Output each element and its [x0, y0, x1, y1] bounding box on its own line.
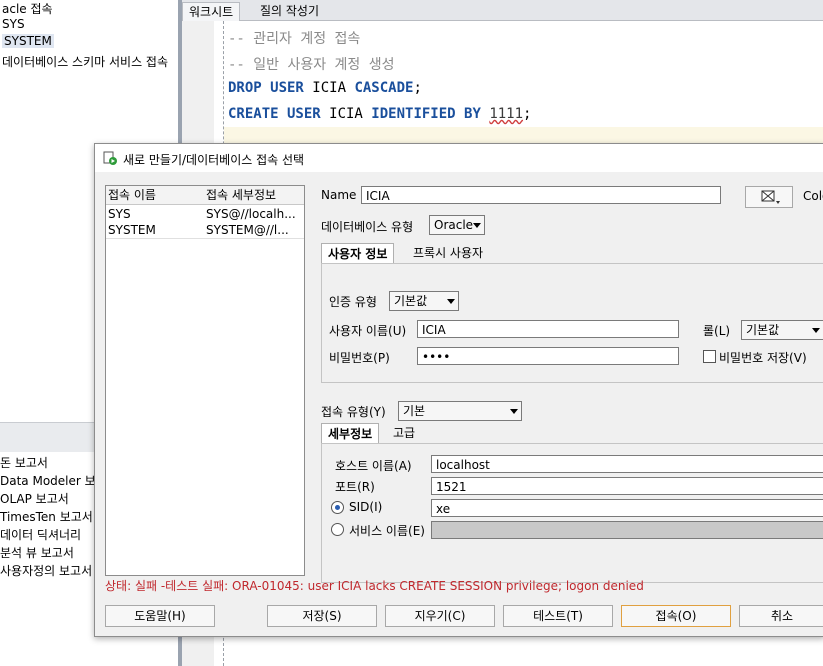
- role-select[interactable]: 기본값: [741, 320, 823, 340]
- sid-radio[interactable]: [331, 501, 344, 514]
- report-item[interactable]: OLAP 보고서: [0, 490, 69, 507]
- role-value: 기본값: [746, 323, 780, 337]
- db-type-label: 데이터베이스 유형: [321, 220, 414, 234]
- username-input[interactable]: ICIA: [417, 320, 679, 338]
- conn-type-label: 접속 유형(Y): [321, 405, 386, 419]
- tree-item-sys[interactable]: SYS: [2, 17, 25, 31]
- dialog-titlebar[interactable]: 새로 만들기/데이터베이스 접속 선택: [95, 144, 823, 172]
- report-item[interactable]: 돈 보고서: [0, 454, 48, 471]
- connection-settings-panel: Name ICIA Colo 데이터베이스 유형 Oracle 사용자 정보 프…: [311, 181, 823, 583]
- report-item[interactable]: 분석 뷰 보고서: [0, 544, 74, 561]
- tab-advanced[interactable]: 고급: [387, 423, 421, 443]
- test-button[interactable]: 테스트(T): [503, 605, 613, 627]
- report-item[interactable]: 사용자정의 보고서: [0, 562, 92, 579]
- color-label: Colo: [803, 189, 823, 203]
- list-header-detail[interactable]: 접속 세부정보: [204, 186, 304, 205]
- color-swatch-icon: [761, 190, 780, 204]
- code-line-4: CREATE USER ICIA IDENTIFIED BY 1111;: [228, 106, 531, 122]
- dialog-title: 새로 만들기/데이터베이스 접속 선택: [123, 153, 305, 167]
- save-password-checkbox[interactable]: [703, 350, 716, 363]
- conn-type-select[interactable]: 기본: [398, 401, 522, 421]
- list-header-name[interactable]: 접속 이름: [106, 186, 205, 205]
- service-name-radio[interactable]: [331, 523, 344, 536]
- sql-keyword: CASCADE: [354, 80, 414, 96]
- port-input[interactable]: 1521: [431, 477, 823, 495]
- code-line-1: -- 관리자 계정 접속: [228, 31, 361, 47]
- sql-keyword: CREATE USER: [228, 106, 321, 122]
- report-item[interactable]: Data Modeler 보고: [0, 472, 107, 489]
- db-type-value: Oracle: [434, 218, 474, 232]
- tab-worksheet[interactable]: 워크시트: [182, 2, 241, 21]
- host-label: 호스트 이름(A): [335, 459, 412, 473]
- auth-type-label: 인증 유형: [329, 295, 377, 309]
- tree-item-oracle-connections[interactable]: acle 접속: [2, 0, 53, 17]
- save-password-label: 비밀번호 저장(V): [719, 351, 807, 365]
- sql-keyword: DROP USER: [228, 80, 304, 96]
- role-label: 롤(L): [703, 324, 731, 338]
- tab-query-builder[interactable]: 질의 작성기: [254, 2, 325, 20]
- username-label: 사용자 이름(U): [329, 324, 407, 338]
- report-item[interactable]: 데이터 딕셔너리: [0, 526, 81, 543]
- service-name-input: [431, 521, 823, 539]
- tab-details[interactable]: 세부정보: [321, 423, 380, 444]
- service-name-label: 서비스 이름(E): [349, 524, 425, 538]
- sql-number: 1111: [489, 106, 524, 122]
- list-cell-name: SYSTEM: [108, 223, 156, 237]
- report-item[interactable]: TimesTen 보고서: [0, 508, 93, 525]
- color-picker-button[interactable]: [745, 186, 793, 208]
- list-row-system[interactable]: SYSTEM SYSTEM@//l...: [106, 222, 304, 239]
- connect-button[interactable]: 접속(O): [621, 605, 731, 627]
- sid-input[interactable]: xe: [431, 499, 823, 517]
- status-message: 상태: 실패 -테스트 실패: ORA-01045: user ICIA lac…: [105, 579, 644, 593]
- password-input[interactable]: ••••: [417, 347, 679, 365]
- tab-user-info[interactable]: 사용자 정보: [321, 243, 395, 264]
- db-type-select[interactable]: Oracle: [429, 215, 485, 235]
- list-cell-detail: SYS@//localh...: [206, 207, 296, 221]
- name-label: Name: [321, 188, 357, 202]
- chevron-down-icon: [447, 299, 455, 304]
- sql-terminator: ;: [523, 106, 532, 122]
- list-cell-detail: SYSTEM@//l...: [206, 223, 289, 237]
- list-cell-name: SYS: [108, 207, 131, 221]
- code-line-2: -- 일반 사용자 계정 생성: [228, 57, 395, 73]
- sql-terminator: ;: [413, 80, 422, 96]
- connection-name-input[interactable]: ICIA: [361, 186, 721, 204]
- sql-keyword: IDENTIFIED BY: [371, 106, 481, 122]
- editor-tabbar: 워크시트 질의 작성기: [182, 0, 823, 21]
- sql-identifier: ICIA: [320, 106, 372, 122]
- conn-type-value: 기본: [403, 404, 426, 418]
- port-label: 포트(R): [335, 480, 375, 494]
- new-connection-icon: [103, 151, 117, 165]
- help-button[interactable]: 도움말(H): [105, 605, 215, 627]
- chevron-down-icon: [473, 223, 481, 228]
- clear-button[interactable]: 지우기(C): [385, 605, 495, 627]
- code-line-3: DROP USER ICIA CASCADE;: [228, 80, 422, 96]
- chevron-down-icon: [812, 328, 820, 333]
- tree-item-db-schema-service[interactable]: 데이터베이스 스키마 서비스 접속: [2, 53, 168, 70]
- new-connection-dialog: 새로 만들기/데이터베이스 접속 선택 접속 이름 접속 세부정보 SYS SY…: [94, 143, 823, 637]
- tree-item-system[interactable]: SYSTEM: [2, 34, 54, 48]
- auth-type-select[interactable]: 기본값: [389, 291, 459, 311]
- chevron-down-icon: [510, 409, 518, 414]
- connection-list: 접속 이름 접속 세부정보 SYS SYS@//localh... SYSTEM…: [105, 185, 305, 576]
- password-label: 비밀번호(P): [329, 351, 390, 365]
- auth-type-value: 기본값: [394, 294, 428, 308]
- host-input[interactable]: localhost: [431, 455, 823, 473]
- tab-proxy-user[interactable]: 프록시 사용자: [407, 243, 489, 263]
- cancel-button[interactable]: 취소: [739, 605, 823, 627]
- save-button[interactable]: 저장(S): [267, 605, 377, 627]
- sid-label: SID(I): [349, 500, 383, 514]
- sql-identifier: ICIA: [303, 80, 355, 96]
